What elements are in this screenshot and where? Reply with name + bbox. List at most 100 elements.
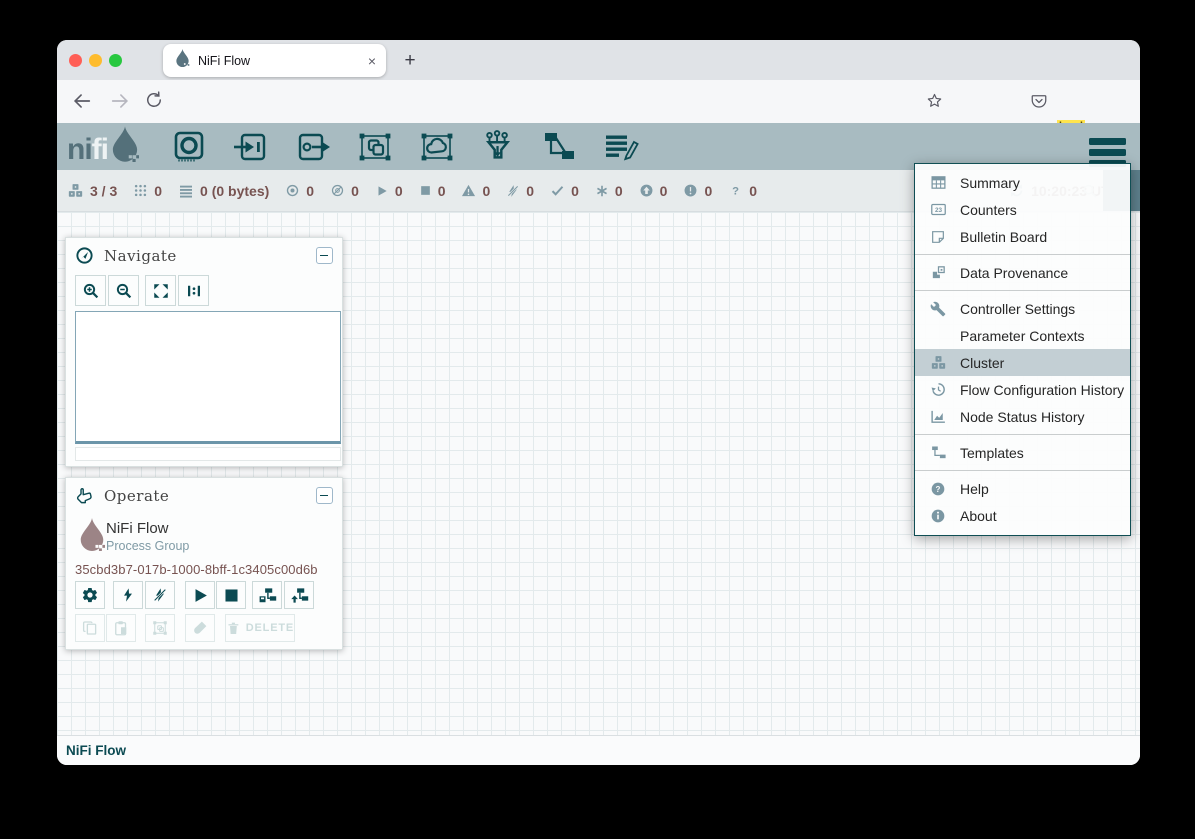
delete-button[interactable]: DELETE	[225, 614, 295, 642]
process-group-drop-icon	[79, 518, 105, 556]
menu-item-cluster[interactable]: Cluster	[915, 349, 1130, 376]
status-sync-failure: ? 0	[728, 183, 757, 199]
stopped-count: 0	[438, 183, 446, 199]
window-close-button[interactable]	[69, 54, 82, 67]
birdseye-minimap[interactable]	[75, 311, 341, 444]
delete-label: DELETE	[246, 622, 294, 634]
zoom-in-button[interactable]	[75, 275, 106, 306]
queued-count: 0 (0 bytes)	[200, 183, 269, 199]
queue-icon	[178, 183, 194, 199]
menu-label: About	[960, 508, 997, 524]
operate-hand-icon	[75, 486, 94, 505]
status-disabled: 0	[506, 183, 534, 199]
menu-label: Help	[960, 481, 989, 497]
bulletin-board-icon	[928, 229, 948, 245]
menu-item-node-status-history[interactable]: Node Status History	[915, 403, 1130, 430]
group-button[interactable]	[145, 614, 175, 642]
menu-item-help[interactable]: ? Help	[915, 475, 1130, 502]
upload-template-button[interactable]	[284, 581, 314, 609]
status-invalid: 0	[461, 183, 490, 199]
save-template-button[interactable]	[252, 581, 282, 609]
input-port-drag-icon[interactable]	[233, 129, 269, 165]
funnel-drag-icon[interactable]	[481, 129, 515, 165]
zoom-actual-size-button[interactable]	[178, 275, 209, 306]
nifi-logo-text-fi: fi	[92, 133, 108, 167]
window-zoom-button[interactable]	[109, 54, 122, 67]
menu-label: Data Provenance	[960, 265, 1068, 281]
exclamation-circle-icon	[683, 183, 698, 198]
menu-item-data-provenance[interactable]: Data Provenance	[915, 259, 1130, 286]
pocket-icon[interactable]	[1030, 92, 1052, 114]
menu-label: Parameter Contexts	[960, 328, 1085, 344]
breadcrumb-root[interactable]: NiFi Flow	[66, 743, 126, 758]
menu-item-controller-settings[interactable]: Controller Settings	[915, 295, 1130, 322]
output-port-drag-icon[interactable]	[295, 129, 331, 165]
label-drag-icon[interactable]	[603, 129, 639, 165]
remote-process-group-drag-icon[interactable]	[419, 129, 455, 165]
svg-text:?: ?	[936, 485, 941, 494]
status-stale: 0	[639, 183, 668, 199]
status-queued: 0 (0 bytes)	[178, 183, 269, 199]
enable-button[interactable]	[113, 581, 143, 609]
menu-label: Cluster	[960, 355, 1004, 371]
stop-button[interactable]	[216, 581, 246, 609]
asterisk-icon	[595, 184, 609, 198]
threads-icon	[133, 183, 148, 198]
menu-item-about[interactable]: About	[915, 502, 1130, 529]
component-palette	[171, 129, 639, 165]
cluster-cubes-icon	[928, 354, 948, 371]
zoom-fit-button[interactable]	[145, 275, 176, 306]
selected-component-name: NiFi Flow	[106, 520, 169, 537]
stop-icon	[419, 184, 432, 197]
status-transmitting: 0	[285, 183, 314, 199]
navigate-collapse-button[interactable]	[316, 247, 333, 264]
bolt-slash-icon	[506, 184, 520, 198]
template-drag-icon[interactable]	[541, 129, 577, 165]
breadcrumb-bar: NiFi Flow	[57, 735, 1140, 765]
processor-drag-icon[interactable]	[171, 129, 207, 165]
menu-label: Flow Configuration History	[960, 382, 1124, 398]
nifi-logo-text-ni: ni	[67, 133, 92, 167]
menu-item-parameter-contexts[interactable]: Parameter Contexts	[915, 322, 1130, 349]
menu-item-counters[interactable]: 23 Counters	[915, 196, 1130, 223]
menu-item-summary[interactable]: Summary	[915, 169, 1130, 196]
process-group-drag-icon[interactable]	[357, 129, 393, 165]
menu-item-templates[interactable]: Templates	[915, 439, 1130, 466]
clustered-nodes-count: 3 / 3	[90, 183, 117, 199]
zoom-out-button[interactable]	[108, 275, 139, 306]
birdseye-brush[interactable]	[75, 447, 341, 461]
svg-text:?: ?	[732, 185, 739, 197]
browser-tab[interactable]: NiFi Flow ×	[163, 44, 386, 77]
back-icon[interactable]	[71, 90, 93, 112]
menu-separator	[915, 254, 1130, 255]
reload-icon[interactable]	[144, 90, 166, 112]
menu-item-flow-configuration-history[interactable]: Flow Configuration History	[915, 376, 1130, 403]
navigate-compass-icon	[75, 246, 94, 265]
window-minimize-button[interactable]	[89, 54, 102, 67]
new-tab-button[interactable]: +	[397, 48, 423, 74]
bookmark-star-icon[interactable]	[926, 92, 948, 114]
warning-icon	[461, 183, 476, 198]
forward-icon[interactable]	[109, 90, 131, 112]
start-button[interactable]	[185, 581, 215, 609]
arrow-up-circle-icon	[639, 183, 654, 198]
menu-item-bulletin-board[interactable]: Bulletin Board	[915, 223, 1130, 250]
copy-button[interactable]	[75, 614, 105, 642]
svg-text:23: 23	[934, 207, 942, 214]
locally-modified-count: 0	[615, 183, 623, 199]
not-transmitting-icon	[330, 183, 345, 198]
change-color-brush-button[interactable]	[185, 614, 215, 642]
question-icon: ?	[728, 183, 743, 198]
menu-label: Summary	[960, 175, 1020, 191]
nifi-logo: nifi	[67, 126, 139, 167]
operate-collapse-button[interactable]	[316, 487, 333, 504]
active-threads-count: 0	[154, 183, 162, 199]
template-icon	[928, 444, 948, 461]
configure-button[interactable]	[75, 581, 105, 609]
paste-button[interactable]	[106, 614, 136, 642]
tab-close-icon[interactable]: ×	[368, 54, 376, 68]
status-up-to-date: 0	[550, 183, 579, 199]
selected-component-id: 35cbd3b7-017b-1000-8bff-1c3405c00d6b	[75, 562, 318, 577]
navigate-title: Navigate	[104, 247, 177, 265]
disable-button[interactable]	[145, 581, 175, 609]
